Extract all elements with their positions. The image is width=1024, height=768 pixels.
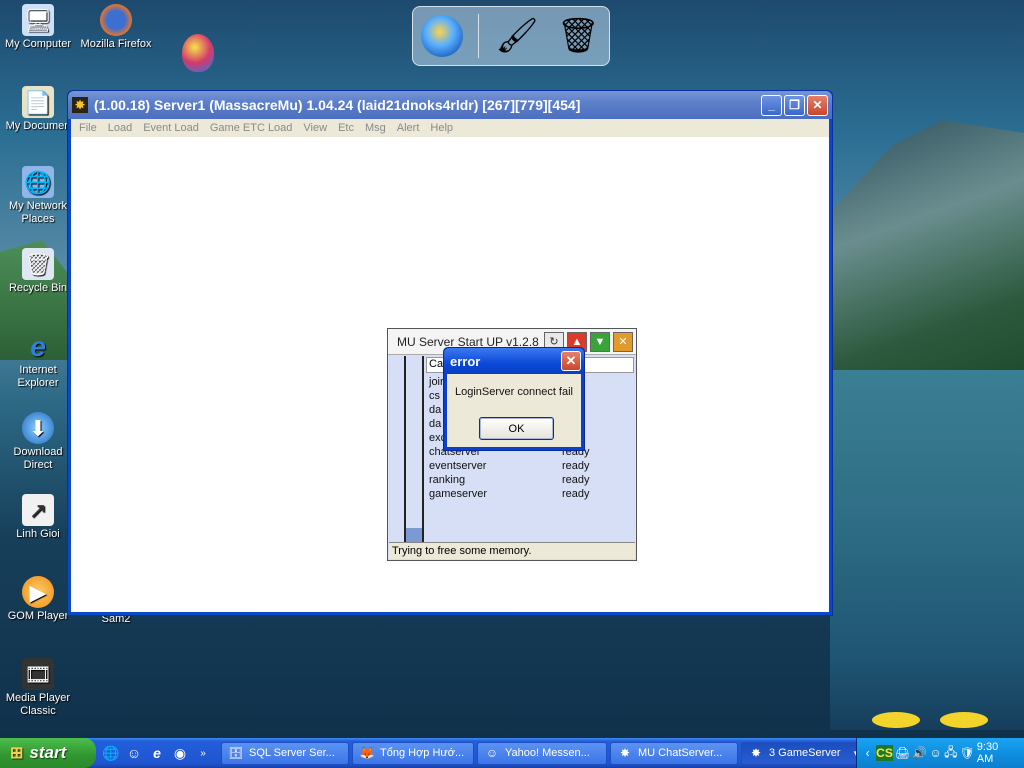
desktop-icon-network-places[interactable]: 🌐 My Network Places — [0, 166, 76, 226]
task-mu-chatserver[interactable]: ✸ MU ChatServer... — [610, 741, 738, 765]
desktop-icon-media-player-classic[interactable]: 🎞 Media Player Classic — [0, 658, 76, 718]
server-window-titlebar[interactable]: ✸ (1.00.18) Server1 (MassacreMu) 1.04.24… — [68, 91, 832, 119]
down-arrow-icon[interactable]: ▼ — [590, 331, 610, 352]
mu-icon: ✸ — [750, 746, 762, 760]
menu-bar: File Load Event Load Game ETC Load View … — [71, 119, 829, 137]
messenger-icon[interactable]: ☺ — [125, 744, 143, 762]
clock[interactable]: 9:30 AM — [977, 741, 1010, 765]
desktop-icon-internet-explorer[interactable]: e Internet Explorer — [0, 330, 76, 390]
menu-load[interactable]: Load — [108, 122, 132, 134]
chevron-left-icon[interactable]: ‹ — [861, 745, 874, 761]
close-button[interactable]: ✕ — [807, 94, 828, 116]
error-dialog: error ✕ LoginServer connect fail OK — [443, 347, 585, 451]
balloon-decoration — [182, 34, 214, 72]
menu-help[interactable]: Help — [430, 122, 453, 134]
network-icon[interactable]: 🖧 — [944, 745, 957, 761]
brushes-icon[interactable]: 🖌 — [494, 13, 540, 59]
goldfish-decoration — [940, 712, 988, 728]
desktop-icon[interactable]: 🌐 — [102, 744, 120, 762]
gom-player-icon: ▶ — [22, 576, 54, 608]
taskbar: ⊞ start 🌐 ☺ e ◉ » 🗄 SQL Server Ser... 🦊 … — [0, 738, 1024, 768]
close-icon[interactable]: ✕ — [613, 331, 633, 352]
mu-progress-fill — [406, 528, 422, 542]
window-title: (1.00.18) Server1 (MassacreMu) 1.04.24 (… — [94, 97, 581, 113]
documents-icon: 📄 — [22, 86, 54, 118]
computer-icon: 🖥 — [22, 4, 54, 36]
list-item[interactable]: gameserver ready — [429, 487, 592, 501]
desktop-icon-download-direct[interactable]: ⬇ Download Direct — [0, 412, 76, 472]
recycle-bin-icon[interactable]: 🗑 — [555, 13, 601, 59]
error-message: LoginServer connect fail — [454, 386, 573, 398]
antivirus-icon[interactable]: 🛡 — [960, 745, 975, 761]
menu-event-load[interactable]: Event Load — [143, 122, 199, 134]
restore-button[interactable]: ❐ — [784, 94, 805, 116]
desktop-icon-my-computer[interactable]: 🖥 My Computer — [0, 4, 76, 51]
mu-icon: ✸ — [619, 746, 631, 760]
task-sql-server[interactable]: 🗄 SQL Server Ser... — [221, 741, 349, 765]
shortcut-icon: ↗ — [22, 494, 54, 526]
media-icon[interactable]: ◉ — [171, 744, 189, 762]
sql-server-icon: 🗄 — [228, 746, 244, 760]
network-icon: 🌐 — [22, 166, 54, 198]
task-yahoo-messenger[interactable]: ☺ Yahoo! Messen... — [477, 741, 607, 765]
mu-status-bar: Trying to free some memory. — [389, 542, 635, 559]
recycle-bin-icon: 🗑 — [22, 248, 54, 280]
firefox-icon — [100, 4, 132, 36]
download-icon: ⬇ — [22, 412, 54, 444]
task-gameserver-group[interactable]: ✸ 3 GameServer ▼ — [741, 741, 867, 765]
menu-view[interactable]: View — [303, 122, 327, 134]
desktop-icon-firefox[interactable]: Mozilla Firefox — [78, 4, 154, 51]
task-firefox[interactable]: 🦊 Tổng Hợp Hướ... — [352, 741, 474, 765]
wallpaper-mountain — [820, 120, 1024, 380]
desktop-icon-linh-gioi[interactable]: ↗ Linh Gioi — [0, 494, 76, 541]
cs-badge[interactable]: CS — [876, 745, 893, 761]
menu-game-etc-load[interactable]: Game ETC Load — [210, 122, 293, 134]
mu-left-panel — [389, 356, 406, 542]
ie-icon: e — [30, 330, 46, 362]
list-item[interactable]: eventserver ready — [429, 459, 592, 473]
system-tray: ‹ CS 🖨 🔊 ☺ 🖧 🛡 9:30 AM — [856, 738, 1024, 768]
list-item[interactable]: ranking ready — [429, 473, 592, 487]
printer-icon[interactable]: 🖨 — [895, 745, 910, 761]
mu-progress-column — [406, 356, 424, 542]
start-button[interactable]: ⊞ start — [0, 738, 96, 768]
ie-globe-icon[interactable] — [420, 15, 463, 57]
error-close-button[interactable]: ✕ — [561, 351, 581, 371]
minimize-button[interactable]: _ — [761, 94, 782, 116]
mu-app-icon: ✸ — [72, 97, 88, 113]
ok-button[interactable]: OK — [479, 417, 554, 440]
yahoo-icon: ☺ — [485, 746, 499, 760]
dock-separator — [477, 14, 479, 58]
menu-etc[interactable]: Etc — [338, 122, 354, 134]
ie-icon[interactable]: e — [148, 744, 166, 762]
error-dialog-body: LoginServer connect fail OK — [447, 374, 581, 447]
firefox-icon: 🦊 — [359, 746, 375, 760]
menu-msg[interactable]: Msg — [365, 122, 386, 134]
chevron-right-icon[interactable]: » — [194, 744, 212, 762]
desktop-icon-recycle-bin[interactable]: 🗑 Recycle Bin — [0, 248, 76, 295]
error-dialog-titlebar[interactable]: error ✕ — [444, 348, 584, 374]
quick-launch: 🌐 ☺ e ◉ » — [96, 744, 218, 762]
menu-alert[interactable]: Alert — [397, 122, 420, 134]
error-dialog-title: error — [450, 353, 481, 369]
desktop-icon-my-documents[interactable]: 📄 My Documen — [0, 86, 76, 133]
media-player-icon: 🎞 — [22, 658, 54, 690]
goldfish-decoration — [872, 712, 920, 728]
wallpaper-lake — [830, 370, 1024, 730]
start-label: start — [29, 743, 67, 762]
windows-flag-icon: ⊞ — [10, 745, 24, 762]
menu-file[interactable]: File — [79, 122, 97, 134]
speaker-icon[interactable]: 🔊 — [912, 745, 927, 761]
desktop-icon-gom-player[interactable]: ▶ GOM Player — [0, 576, 76, 623]
messenger-icon[interactable]: ☺ — [929, 745, 942, 761]
quick-dock: 🖌 🗑 — [412, 6, 610, 66]
